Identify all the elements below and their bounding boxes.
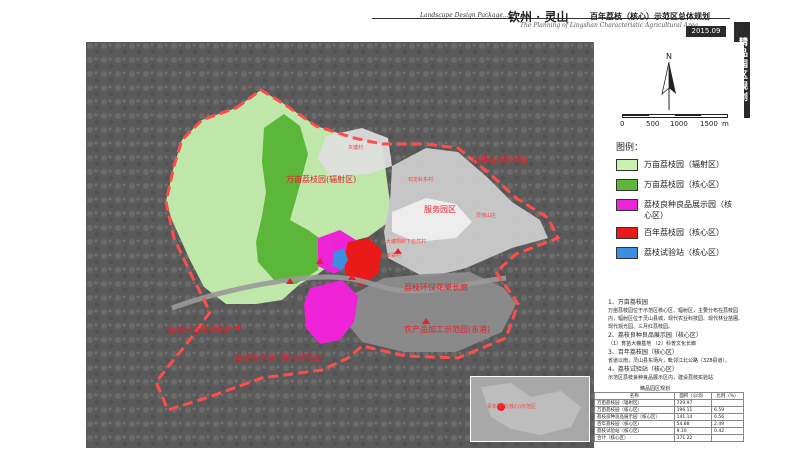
scale-tick-3: 1500 [700,120,718,128]
label-service-park: 服务园区 [424,205,456,214]
map-canvas[interactable]: 万亩荔枝园(辐射区) 服务园区 灰塘村 石龙岭东村 大塘垌岭下自然村 灵地山庄 … [86,42,594,448]
legend-swatch [616,247,638,259]
table-cell [711,399,744,407]
legend-swatch [616,179,638,191]
legend-label: 万亩荔枝园（核心区） [644,180,724,189]
label-radiation-zone: 万亩荔枝园(辐射区) [286,175,357,184]
package-tag: Landscape Design Package.... [420,12,511,19]
note-heading: 2、荔枝良种良品展示园（核心区） [608,332,702,339]
table-cell: 141.14 [673,413,713,421]
table-row: 合计（核心区） 371.22 [594,434,744,442]
legend-item-centennial[interactable]: 百年荔枝园（核心区） [616,225,742,245]
note-heading: 4、荔枝试验站（核心区） [608,366,678,373]
label-village-a: 灰塘村 [348,145,364,151]
notes: 1、万亩荔枝园 万亩荔枝园位于示范区核心区、辐射区，主要分布在荔枝园内，辐射区位… [608,298,744,382]
location-inset[interactable]: 百年荔枝(核心)示范区 [470,376,590,442]
table-cell [711,434,744,442]
legend-label: 万亩荔枝园（辐射区） [644,160,724,169]
inset-caption: 百年荔枝(核心)示范区 [487,404,536,410]
table-cell: 6.56 [711,413,744,421]
table-row: 万亩荔枝园（核心区） 196.11 6.59 [594,406,744,414]
legend-label: 荔枝良种良品展示园（核心区） [644,200,732,220]
table-cell: 2.49 [711,420,744,428]
note-heading: 3、百年荔枝园（核心区） [608,349,678,356]
scale-tick-0: 0 [620,120,625,128]
table-cell: 54.88 [673,420,713,428]
legend-item-core[interactable]: 万亩荔枝园（核心区） [616,177,742,197]
label-village-b: 石龙岭东村 [408,177,434,183]
note-body: 万亩荔枝园位于示范区核心区、辐射区，主要分布在荔枝园内，辐射区位于灵山县城，现代… [608,308,744,330]
legend-label: 百年荔枝园（核心区） [644,228,724,237]
table-cell: 9.10 [673,427,713,435]
page-title: 百年荔枝（核心）示范区总体规划 [590,12,710,21]
scale-bar: 0 500 1000 1500 m [620,114,732,128]
table-cell: 荔枝试验站（核心区） [594,427,675,435]
label-village-e: 新寨村 [386,253,402,259]
note-body: 示范区荔枝良种良品展示区内，建设荔枝实验站 [608,375,714,381]
label-village-c: 大塘垌岭下自然村 [386,239,427,245]
label-litchi-ring: 荔枝环保花果长廊 [404,283,468,292]
area-table-title: 精品园区规划 [640,386,671,392]
label-tech-park: 荔枝技术培训基地示范区 [234,353,322,362]
legend-item-station[interactable]: 荔枝试验站（核心区） [616,245,742,265]
table-header-row: 名称 面积（公顷） 比例（%） [594,392,744,400]
label-processing: 农产品加工示范园(东港) [404,325,491,334]
scale-unit: m [722,120,729,128]
table-cell: 百年荔枝园（核心区） [594,420,675,428]
table-cell: 6.59 [711,406,744,414]
legend-item-showcase[interactable]: 荔枝良种良品展示园（核心区） [616,197,742,225]
legend-title: 图例： [616,143,644,153]
compass-label: N [666,52,672,61]
header: Landscape Design Package.... 钦州 · 灵山 百年荔… [0,0,730,40]
table-cell: 荔枝良种良品展示园（核心区） [594,413,675,421]
legend: 图例： 万亩荔枝园（辐射区） 万亩荔枝园（核心区） 荔枝良种良品展示园（核心区）… [616,140,742,265]
label-village-d: 灵地山庄 [476,213,497,219]
date-badge: 2015.09 [686,26,726,37]
page-subtitle: The Planning of Lingshan Characteristic … [520,22,699,29]
legend-swatch [616,227,638,239]
table-header: 比例（%） [711,392,744,400]
legend-swatch [616,159,638,171]
table-header: 面积（公顷） [673,392,713,400]
table-cell: 196.11 [673,406,713,414]
scale-tick-1: 500 [646,120,660,128]
table-cell: 万亩荔枝园（辐射区） [594,399,675,407]
label-park-ne: 百年荔枝观光园 [472,155,528,164]
table-cell: 合计（核心区） [594,434,675,442]
legend-swatch [616,199,638,211]
scale-tick-2: 1000 [670,120,688,128]
legend-label: 荔枝试验站（核心区） [644,248,724,257]
legend-item-radiation[interactable]: 万亩荔枝园（辐射区） [616,157,742,177]
label-litchi-corridor: 荔枝环城花果长廊 [168,325,232,334]
table-row: 荔枝试验站（核心区） 9.10 0.42 [594,427,744,435]
table-row: 荔枝良种良品展示园（核心区） 141.14 6.56 [594,413,744,421]
table-row: 百年荔枝园（核心区） 54.88 2.49 [594,420,744,428]
area-table: 名称 面积（公顷） 比例（%） 万亩荔枝园（辐射区） 729.97 万亩荔枝园（… [594,392,744,442]
table-row: 万亩荔枝园（辐射区） 729.97 [594,399,744,407]
table-cell: 371.22 [673,434,713,442]
table-cell: 万亩荔枝园（核心区） [594,406,675,414]
table-cell: 0.42 [711,427,744,435]
note-heading: 1、万亩荔枝园 [608,299,648,306]
note-body: （1）育苗大棚基地 （2）科普文化长廊 [608,341,696,347]
compass-icon: N [661,52,676,110]
table-header: 名称 [594,392,675,400]
note-body: 省道以南，灵山县东场片，毗邻江北公路（328县道）。 [608,358,731,364]
table-cell: 729.97 [673,399,713,407]
